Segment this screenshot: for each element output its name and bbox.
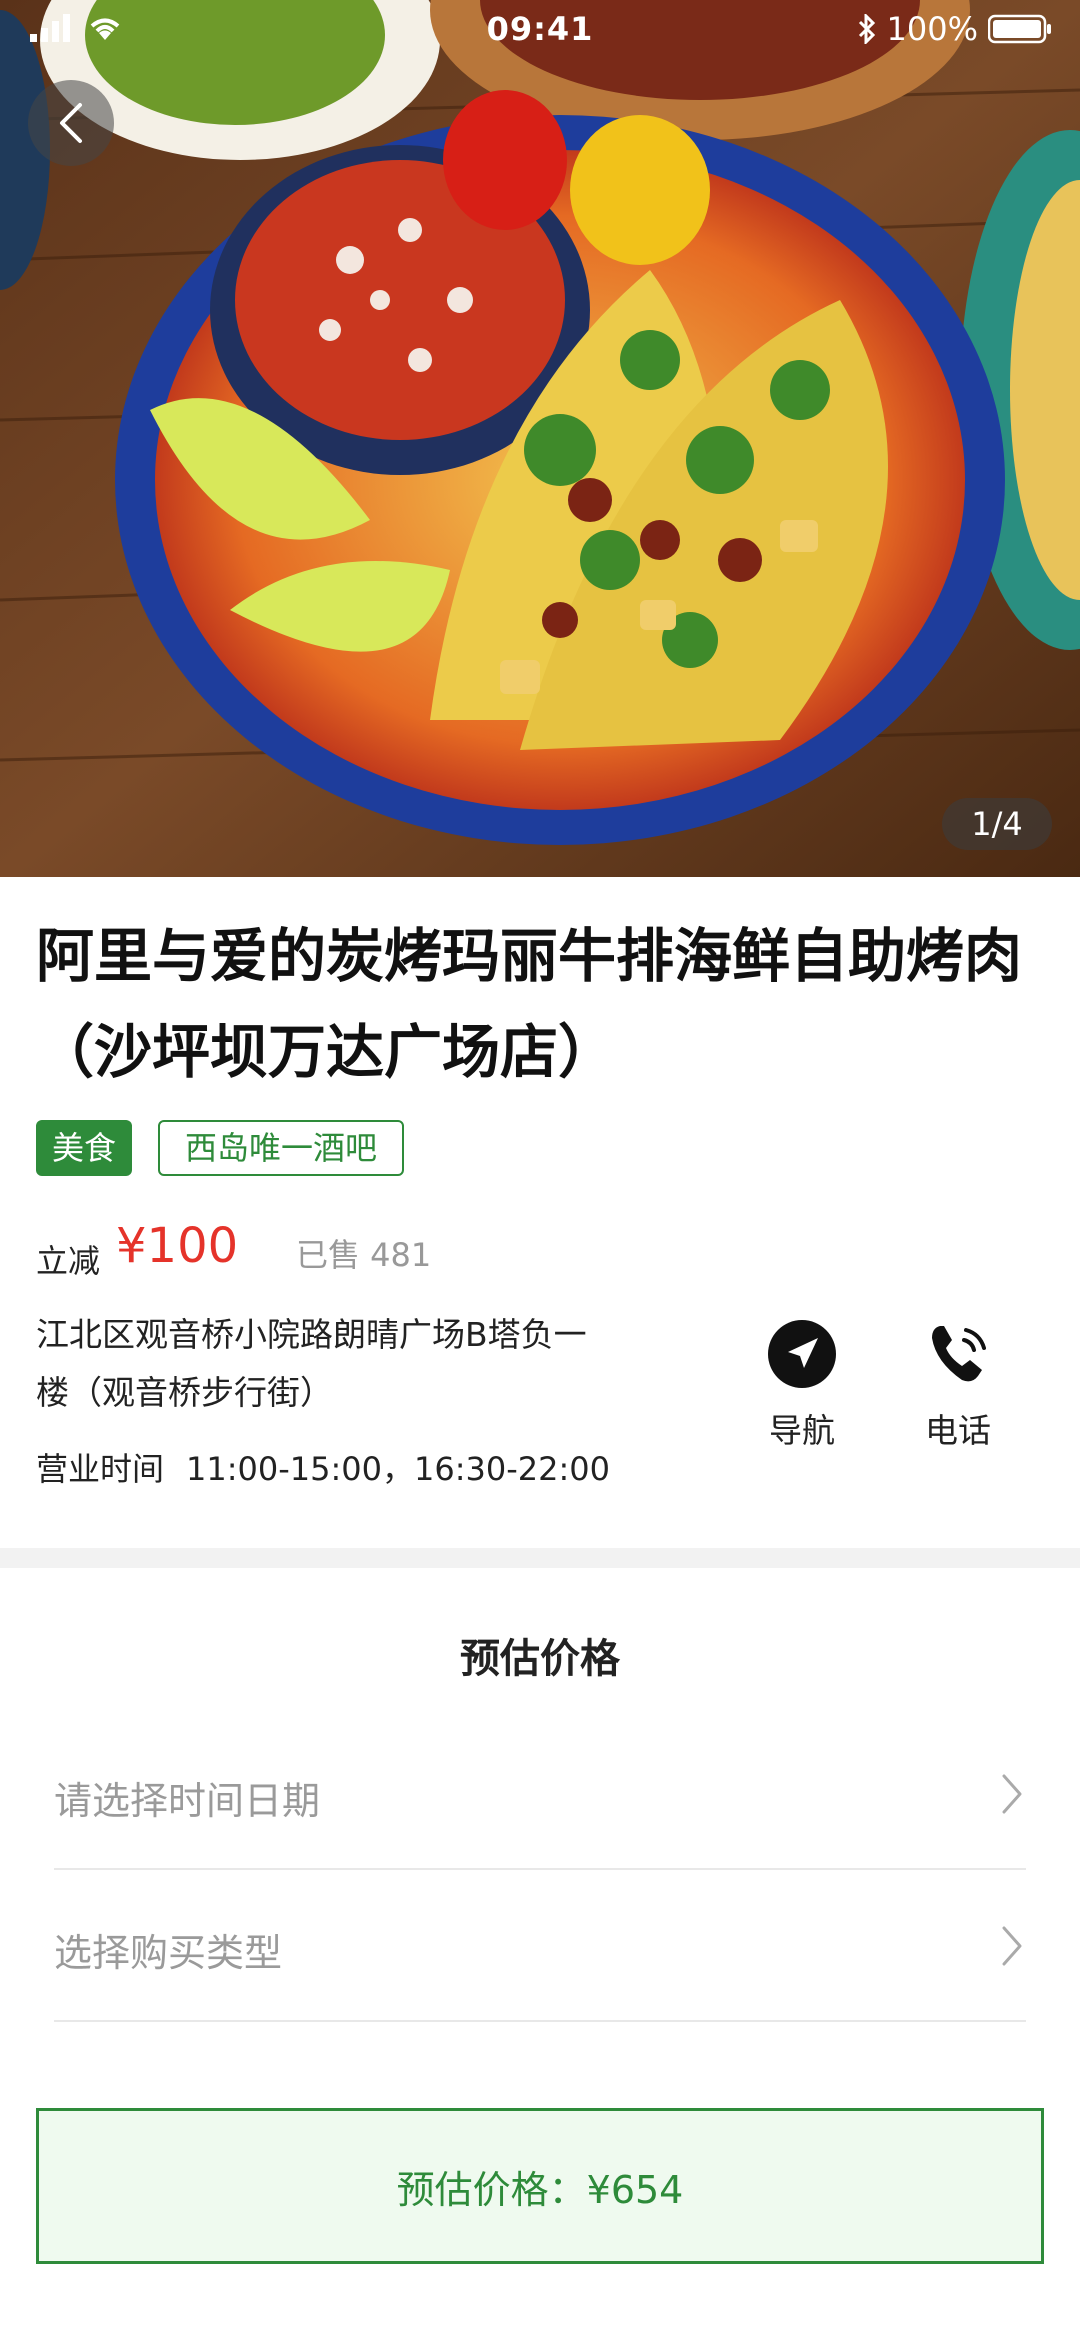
call-label: 电话	[925, 1411, 991, 1450]
photo-counter: 1/4	[942, 798, 1052, 850]
discount-label: 立减	[36, 1242, 101, 1280]
phone-icon	[932, 1326, 986, 1382]
feature-tag: 西岛唯一酒吧	[158, 1120, 404, 1176]
call-button[interactable]: 电话	[903, 1318, 1013, 1452]
shop-address: 江北区观音桥小院路朗晴广场B塔负一楼（观音桥步行街）	[36, 1315, 587, 1412]
section-divider	[0, 1548, 1080, 1568]
purchase-type-selector[interactable]: 选择购买类型	[54, 1872, 1026, 2022]
date-selector-label: 请选择时间日期	[54, 1779, 321, 1823]
food-photo-illustration	[0, 0, 1080, 877]
price-row: 立减 ¥100 已售 481	[36, 1218, 636, 1282]
battery-percent: 100%	[886, 10, 978, 48]
sold-count: 已售 481	[296, 1236, 432, 1274]
hero-photo[interactable]: 09:41 100% 1/4	[0, 0, 1080, 877]
estimate-section-title: 预估价格	[460, 1636, 620, 1682]
tag-list: 美食 西岛唯一酒吧	[36, 1120, 404, 1176]
business-hours: 营业时间 11:00-15:00，16:30-22:00	[36, 1444, 610, 1490]
date-selector[interactable]: 请选择时间日期	[54, 1720, 1026, 1870]
category-tag: 美食	[36, 1120, 132, 1176]
navigate-label: 导航	[769, 1411, 835, 1450]
chevron-right-icon	[1002, 1926, 1022, 1966]
back-arrow-icon	[60, 103, 82, 143]
chevron-right-icon	[1002, 1774, 1022, 1814]
status-bar: 09:41 100%	[0, 0, 1080, 58]
bluetooth-icon	[858, 14, 875, 44]
hours-value: 11:00-15:00，16:30-22:00	[186, 1450, 610, 1488]
hours-label: 营业时间	[36, 1450, 165, 1488]
estimated-price-text: 预估价格：¥654	[396, 2167, 684, 2212]
navigation-arrow-icon	[768, 1320, 836, 1388]
back-button[interactable]	[28, 80, 114, 166]
shop-title: 阿里与爱的炭烤玛丽牛排海鲜自助烤肉（沙坪坝万达广场店）	[36, 922, 1023, 1086]
navigate-button[interactable]: 导航	[747, 1318, 857, 1452]
estimated-price-box[interactable]: 预估价格：¥654	[36, 2108, 1044, 2264]
discount-amount: ¥100	[116, 1218, 239, 1274]
purchase-type-label: 选择购买类型	[54, 1931, 283, 1975]
battery-icon	[988, 14, 1051, 44]
